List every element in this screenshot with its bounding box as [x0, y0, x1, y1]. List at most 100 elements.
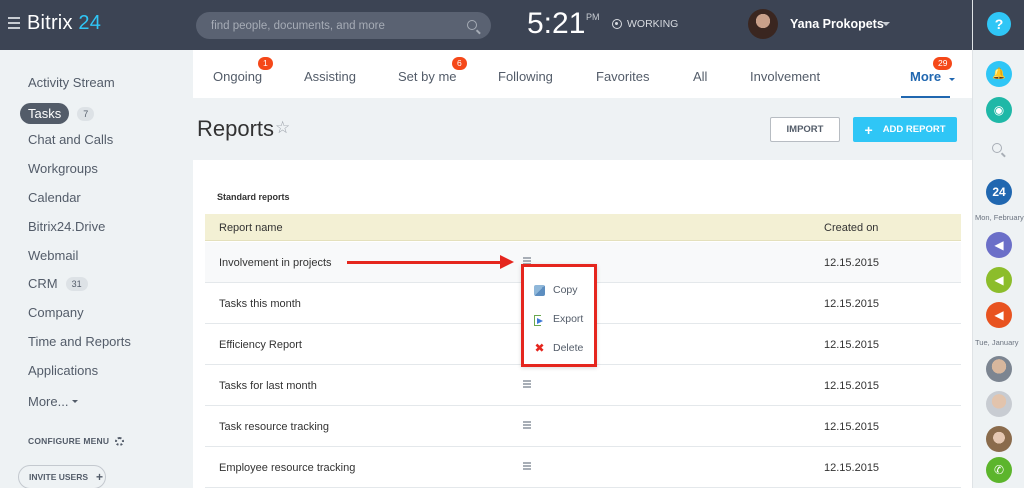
menu-icon[interactable]: [523, 421, 531, 429]
contact-avatar[interactable]: [986, 426, 1012, 452]
user-name[interactable]: Yana Prokopets: [790, 17, 884, 31]
table-row[interactable]: Task resource tracking 12.15.2015: [205, 406, 961, 447]
top-header: Bitrix 24 5:21 PM WORKING Yana Prokopets: [0, 0, 972, 50]
tab-ongoing[interactable]: Ongoing: [213, 69, 262, 84]
tab-set-by-me[interactable]: Set by me: [398, 69, 457, 84]
column-header-name[interactable]: Report name: [219, 222, 283, 234]
contact-avatar[interactable]: [986, 356, 1012, 382]
task-tabs: Ongoing 1 Assisting Set by me 6 Followin…: [193, 50, 972, 98]
configure-menu-button[interactable]: CONFIGURE MENU: [28, 436, 125, 446]
sidebar-item-drive[interactable]: Bitrix24.Drive: [28, 219, 105, 234]
import-label: IMPORT: [786, 124, 824, 135]
menu-icon[interactable]: [523, 380, 531, 388]
sidebar-item-activity-stream[interactable]: Activity Stream: [28, 75, 115, 90]
sidebar-item-tasks[interactable]: Tasks 7: [20, 103, 95, 124]
tab-label: More: [910, 69, 942, 84]
phone-icon[interactable]: ✆: [986, 457, 1012, 483]
import-button[interactable]: IMPORT: [770, 117, 840, 142]
tab-following[interactable]: Following: [498, 69, 553, 84]
sidebar-item-more[interactable]: More...: [28, 394, 79, 409]
menu-icon[interactable]: [523, 257, 531, 265]
search-icon[interactable]: [467, 20, 477, 30]
sidebar-item-label: Tasks: [20, 103, 70, 124]
ongoing-badge: 1: [258, 57, 273, 70]
app-logo[interactable]: Bitrix 24: [27, 12, 101, 35]
report-name[interactable]: Task resource tracking: [219, 421, 329, 433]
star-icon[interactable]: ☆: [275, 118, 290, 138]
invite-users-label: INVITE USERS: [29, 472, 89, 482]
chevron-down-icon[interactable]: [882, 22, 890, 26]
sidebar-item-label: Workgroups: [28, 161, 98, 176]
megaphone-icon[interactable]: ◀: [986, 232, 1012, 258]
sidebar-item-calendar[interactable]: Calendar: [28, 190, 81, 205]
tab-all[interactable]: All: [693, 69, 707, 84]
menu-item-copy[interactable]: Copy: [534, 284, 578, 296]
add-report-label: ADD REPORT: [882, 124, 946, 135]
report-name[interactable]: Involvement in projects: [219, 257, 332, 269]
sidebar-item-webmail[interactable]: Webmail: [28, 248, 78, 263]
sidebar-item-label: Calendar: [28, 190, 81, 205]
active-tab-indicator: [901, 96, 950, 98]
tab-more[interactable]: More: [910, 69, 955, 84]
clock-time[interactable]: 5:21: [527, 7, 585, 41]
sidebar-item-time-and-reports[interactable]: Time and Reports: [28, 334, 131, 349]
help-button[interactable]: ?: [987, 12, 1011, 36]
column-header-created[interactable]: Created on: [824, 222, 878, 234]
chevron-down-icon: [72, 400, 79, 403]
tab-involvement[interactable]: Involvement: [750, 69, 820, 84]
report-name[interactable]: Tasks for last month: [219, 380, 317, 392]
search-input[interactable]: [211, 19, 461, 32]
search-bar[interactable]: [196, 12, 491, 39]
report-date: 12.15.2015: [824, 380, 880, 392]
sidebar-item-company[interactable]: Company: [28, 305, 84, 320]
user-avatar[interactable]: [748, 9, 778, 39]
crm-counter: 31: [65, 276, 88, 291]
tab-label: Involvement: [750, 69, 821, 84]
report-date: 12.15.2015: [824, 257, 880, 269]
menu-item-delete[interactable]: ✖ Delete: [534, 340, 583, 355]
table-row[interactable]: Tasks for last month 12.15.2015: [205, 365, 961, 406]
rail-date-mon: Mon, February: [975, 213, 1024, 222]
chat-icon[interactable]: ◉: [986, 97, 1012, 123]
contact-avatar[interactable]: [986, 391, 1012, 417]
report-date: 12.15.2015: [824, 421, 880, 433]
configure-menu-label: CONFIGURE MENU: [28, 436, 110, 446]
chevron-down-icon: [948, 78, 955, 81]
right-rail: ? 🔔 ◉ 24 Mon, February ◀ ◀ ◀ Tue, Januar…: [972, 0, 1024, 488]
sidebar-item-workgroups[interactable]: Workgroups: [28, 161, 98, 176]
working-status-label: WORKING: [627, 18, 679, 30]
tab-favorites[interactable]: Favorites: [596, 69, 649, 84]
record-icon: [612, 19, 622, 29]
table-header: Report name Created on: [205, 214, 961, 241]
hamburger-menu-icon[interactable]: [8, 17, 20, 29]
report-date: 12.15.2015: [824, 462, 880, 474]
logo-name: Bitrix: [27, 12, 73, 34]
sidebar-item-chat-and-calls[interactable]: Chat and Calls: [28, 132, 113, 147]
menu-icon[interactable]: [523, 462, 531, 470]
tab-assisting[interactable]: Assisting: [304, 69, 356, 84]
sidebar-item-applications[interactable]: Applications: [28, 363, 98, 378]
rail-search-icon[interactable]: [992, 143, 1002, 153]
report-name[interactable]: Employee resource tracking: [219, 462, 355, 474]
sidebar-item-label: More...: [28, 394, 69, 409]
report-name[interactable]: Tasks this month: [219, 298, 301, 310]
working-status[interactable]: WORKING: [612, 18, 678, 30]
add-report-button[interactable]: + ADD REPORT: [853, 117, 957, 142]
table-row[interactable]: Employee resource tracking 12.15.2015: [205, 447, 961, 488]
sidebar-item-label: Chat and Calls: [28, 132, 114, 147]
sidebar-item-crm[interactable]: CRM 31: [28, 276, 88, 291]
gear-icon: [115, 436, 125, 446]
bell-icon[interactable]: 🔔: [986, 61, 1012, 87]
tab-label: Assisting: [304, 69, 357, 84]
sidebar-item-label: Applications: [28, 363, 99, 378]
menu-item-label: Export: [553, 313, 584, 325]
delete-icon: ✖: [534, 340, 545, 355]
report-name[interactable]: Efficiency Report: [219, 339, 302, 351]
megaphone-icon[interactable]: ◀: [986, 302, 1012, 328]
megaphone-icon[interactable]: ◀: [986, 267, 1012, 293]
sidebar-item-label: Webmail: [28, 248, 79, 263]
invite-users-button[interactable]: INVITE USERS +: [18, 465, 106, 488]
menu-item-export[interactable]: Export: [534, 313, 584, 326]
calendar-icon[interactable]: 24: [986, 179, 1012, 205]
export-icon: [534, 314, 545, 326]
